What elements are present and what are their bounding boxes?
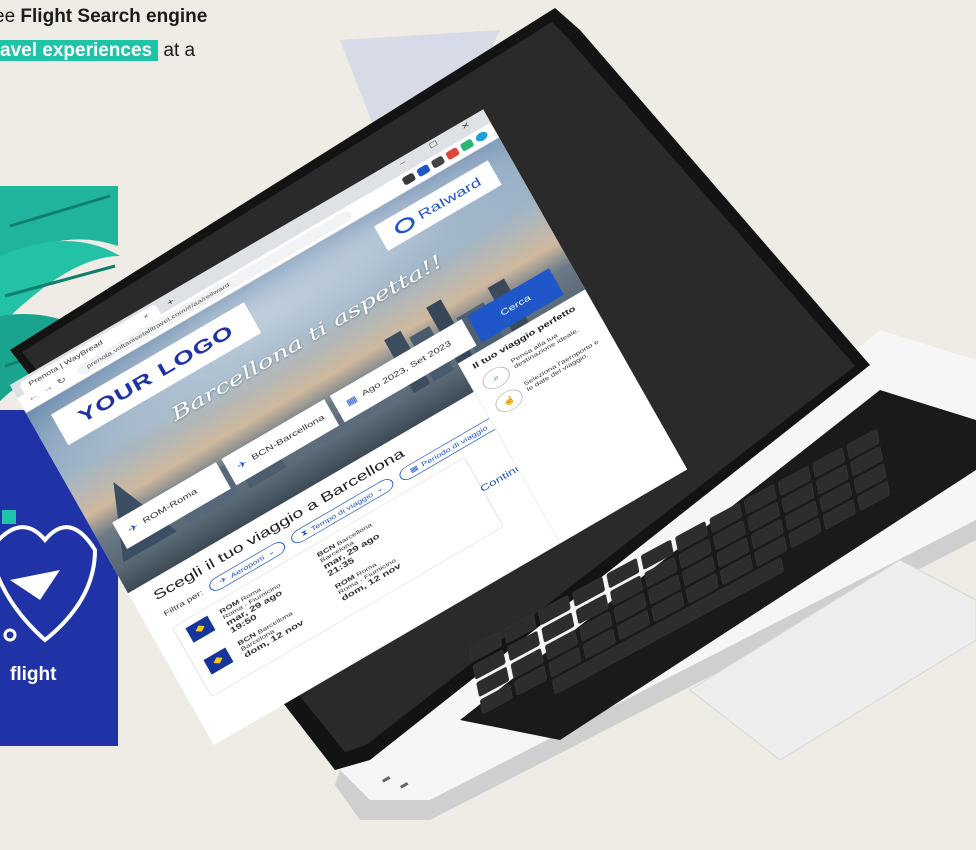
plane-icon: ✈: [218, 574, 229, 585]
extension-icon[interactable]: [415, 163, 431, 178]
plane-takeoff-icon: ✈: [126, 520, 141, 535]
calendar-icon: ▦: [408, 463, 420, 475]
forward-arrow-icon[interactable]: →: [41, 382, 55, 395]
extension-icon[interactable]: [459, 138, 475, 152]
chevron-down-icon: ⌄: [374, 484, 385, 495]
hourglass-icon: ⧗: [299, 528, 309, 538]
calendar-icon: ▦: [344, 393, 360, 408]
extension-icon[interactable]: [430, 155, 446, 169]
profile-avatar[interactable]: [474, 129, 490, 144]
reload-icon[interactable]: ↻: [55, 375, 68, 387]
extension-icon[interactable]: [401, 172, 417, 186]
back-arrow-icon[interactable]: ←: [26, 391, 40, 404]
extension-icon[interactable]: [445, 146, 461, 161]
plane-landing-icon: ✈: [235, 457, 250, 472]
airline-logo-icon: [185, 615, 216, 643]
airline-logo-icon: [203, 647, 234, 675]
brand-swirl-icon: [392, 213, 418, 237]
chevron-down-icon: ⌄: [265, 547, 276, 558]
tap-hand-icon: ☝: [491, 384, 527, 417]
